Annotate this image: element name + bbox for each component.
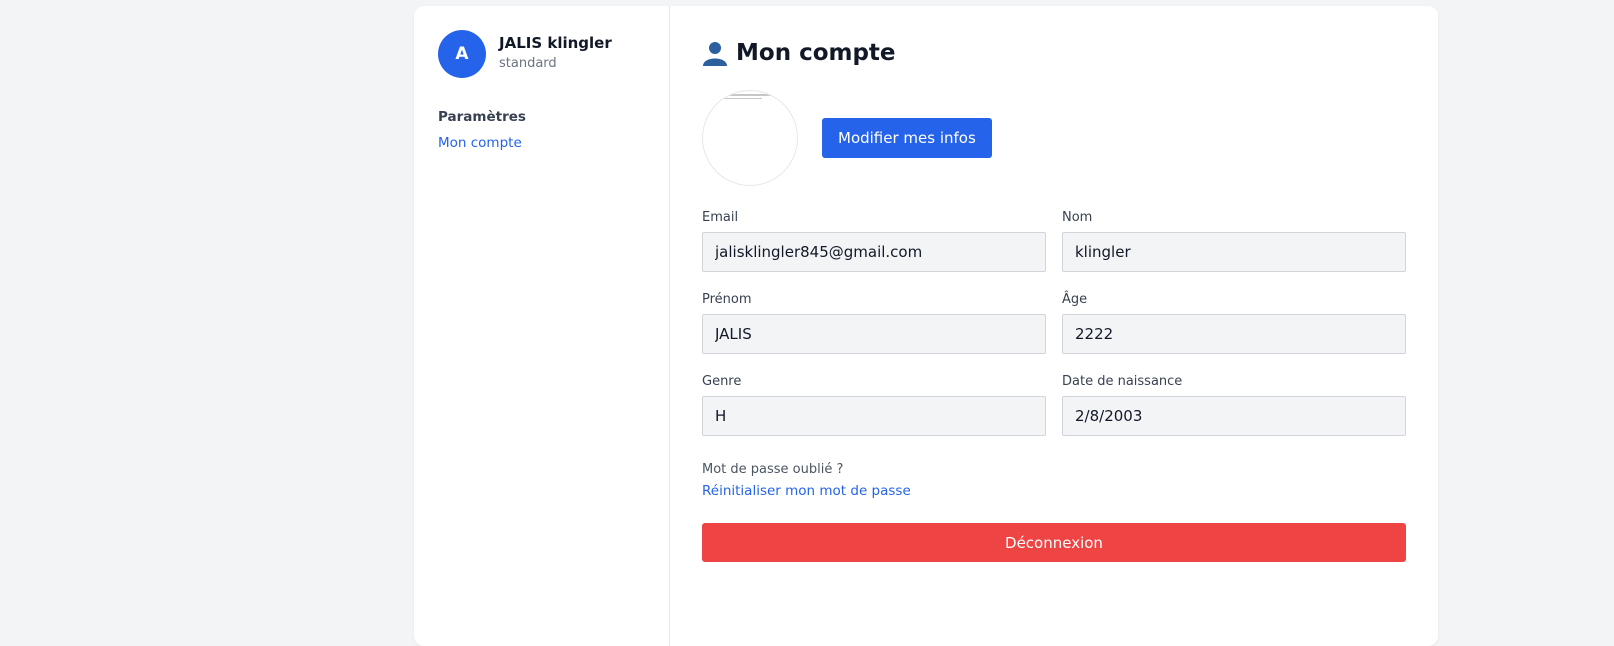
naissance-label: Date de naissance xyxy=(1062,374,1183,389)
edit-info-button[interactable]: Modifier mes infos xyxy=(822,118,992,158)
age-field-group: Âge xyxy=(1062,292,1406,374)
nom-field[interactable] xyxy=(1062,232,1406,272)
forgot-password-block: Mot de passe oublié ? Réinitialiser mon … xyxy=(702,460,1406,501)
photo-thumbnail xyxy=(723,94,779,102)
page-title: Mon compte xyxy=(702,38,1406,68)
account-form: Email Nom Prénom Âge Genre Date de naiss… xyxy=(702,210,1406,456)
email-field[interactable] xyxy=(702,232,1046,272)
email-field-group: Email xyxy=(702,210,1046,292)
email-label: Email xyxy=(702,210,739,225)
user-summary: A JALIS klingler standard xyxy=(438,30,669,78)
sidebar-item-mon-compte[interactable]: Mon compte xyxy=(438,135,522,151)
birthdate-field[interactable] xyxy=(1062,396,1406,436)
sidebar: A JALIS klingler standard Paramètres Mon… xyxy=(414,6,670,646)
prenom-field-group: Prénom xyxy=(702,292,1046,374)
naissance-field-group: Date de naissance xyxy=(1062,374,1406,456)
user-name: JALIS klingler xyxy=(499,34,612,52)
prenom-field[interactable] xyxy=(702,314,1046,354)
nom-field-group: Nom xyxy=(1062,210,1406,292)
forgot-password-text: Mot de passe oublié ? xyxy=(702,462,844,477)
user-meta: JALIS klingler standard xyxy=(499,33,612,75)
user-icon xyxy=(703,42,727,66)
reset-password-link[interactable]: Réinitialiser mon mot de passe xyxy=(702,481,911,501)
genre-label: Genre xyxy=(702,374,742,389)
age-field[interactable] xyxy=(1062,314,1406,354)
main-content: Mon compte Modifier mes infos Email Nom … xyxy=(670,6,1438,646)
nom-label: Nom xyxy=(1062,210,1093,225)
genre-field-group: Genre xyxy=(702,374,1046,456)
profile-row: Modifier mes infos xyxy=(702,90,1406,186)
profile-photo xyxy=(702,90,798,186)
prenom-label: Prénom xyxy=(702,292,752,307)
account-card: A JALIS klingler standard Paramètres Mon… xyxy=(414,6,1438,646)
avatar: A xyxy=(438,30,486,78)
page-title-text: Mon compte xyxy=(736,40,896,66)
user-role: standard xyxy=(499,56,557,71)
genre-field[interactable] xyxy=(702,396,1046,436)
age-label: Âge xyxy=(1062,292,1088,307)
settings-section-title: Paramètres xyxy=(438,109,526,125)
logout-button[interactable]: Déconnexion xyxy=(702,523,1406,562)
